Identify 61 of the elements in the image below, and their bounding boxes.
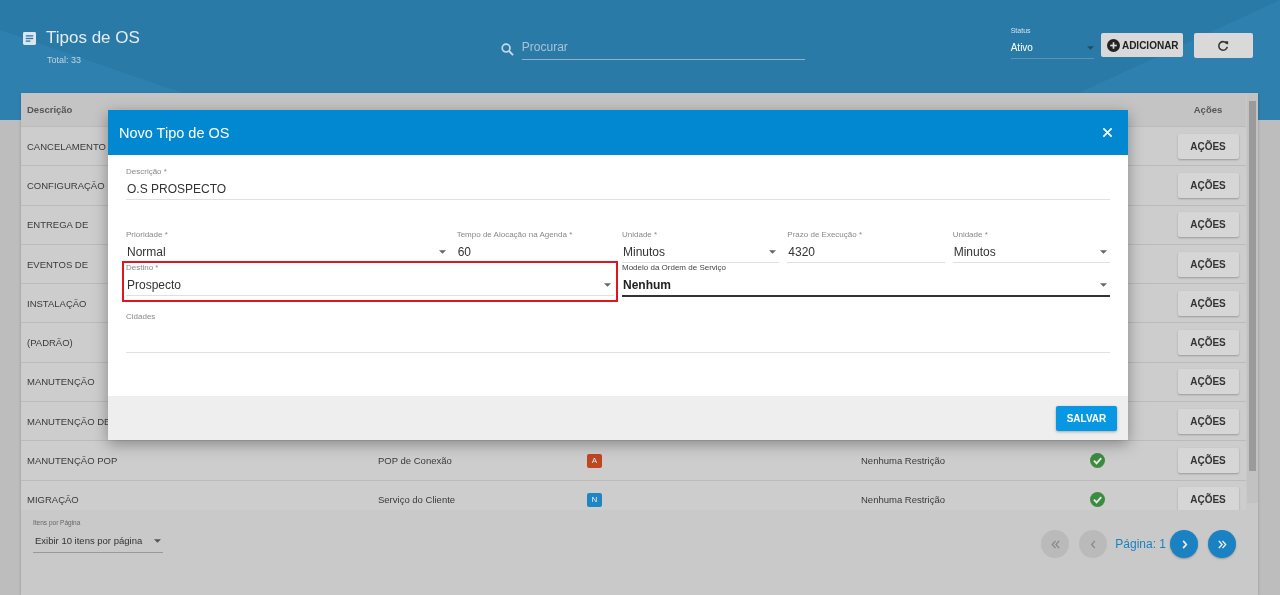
caret-icon (154, 538, 162, 543)
last-page-button[interactable] (1208, 530, 1236, 558)
caret-icon (1100, 250, 1107, 254)
table-cell: MIGRAÇÃO (27, 494, 79, 506)
select-field[interactable]: Modelo da Ordem de Serviço Nenhum (622, 263, 1110, 297)
plus-icon (1106, 38, 1120, 52)
text-field[interactable]: Prazo de Execução * 4320 (787, 230, 945, 263)
actions-button[interactable]: AÇÕES (1177, 212, 1239, 238)
search-field[interactable]: Procurar (500, 38, 805, 60)
page-title: Tipos de OS (46, 28, 140, 48)
double-chevron-icon (1049, 538, 1061, 550)
items-per-page-select[interactable]: Exibir 10 itens por página (33, 529, 164, 553)
table-cell: (PADRÃO) (27, 337, 73, 349)
table-cell: Nenhuma Restrição (861, 455, 945, 466)
search-icon (500, 42, 514, 56)
multi-select-field[interactable]: Cidades (126, 312, 1110, 353)
add-button[interactable]: ADICIONAR (1100, 33, 1183, 57)
table-cell: Nenhuma Restrição (861, 494, 945, 506)
total-count: Total: 33 (47, 55, 83, 65)
actions-button[interactable]: AÇÕES (1177, 487, 1239, 510)
actions-button[interactable]: AÇÕES (1177, 251, 1239, 277)
caret-icon (1086, 45, 1094, 50)
table-cell: CANCELAMENTO (27, 140, 106, 152)
select-field[interactable]: Unidade * Minutos (952, 230, 1110, 263)
actions-button[interactable]: AÇÕES (1177, 448, 1239, 473)
column-header: Ações (1193, 104, 1223, 115)
text-field[interactable]: Descrição * O.S PROSPECTO (126, 167, 1110, 200)
table-cell: INSTALAÇÃO (27, 297, 87, 309)
table-cell: CONFIGURAÇÃO (27, 179, 105, 191)
page-indicator: Página: 1 (1115, 537, 1166, 551)
caret-icon (769, 250, 777, 254)
actions-button[interactable]: AÇÕES (1177, 408, 1239, 434)
text-field[interactable]: Tempo de Alocação na Agenda * 60 (456, 230, 614, 263)
actions-button[interactable]: AÇÕES (1177, 133, 1239, 159)
dialog-title: Novo Tipo de OS (119, 124, 230, 141)
actions-button[interactable]: AÇÕES (1177, 369, 1239, 395)
status-select[interactable]: Ativo (1010, 37, 1094, 59)
caret-icon (1100, 283, 1107, 287)
table-cell: MANUTENÇÃO POP (27, 455, 118, 466)
priority-badge: N (587, 492, 602, 507)
priority-badge: A (587, 453, 602, 468)
scrollbar[interactable] (1247, 93, 1258, 503)
table-cell: Serviço do Cliente (378, 494, 456, 506)
column-header: Descrição (27, 104, 73, 115)
table-cell: POP de Conexão (378, 455, 452, 466)
select-field[interactable]: Destino * Prospecto (126, 263, 614, 296)
actions-button[interactable]: AÇÕES (1177, 172, 1239, 198)
select-field[interactable]: Unidade * Minutos (622, 230, 780, 263)
select-field[interactable]: Prioridade * Normal (126, 230, 449, 263)
actions-button[interactable]: AÇÕES (1177, 330, 1239, 356)
refresh-icon (1217, 39, 1230, 52)
caret-icon (438, 250, 446, 254)
close-button[interactable] (1100, 125, 1115, 140)
next-page-button[interactable] (1170, 530, 1198, 558)
actions-button[interactable]: AÇÕES (1177, 290, 1239, 316)
double-chevron-icon (1216, 538, 1228, 550)
table-cell: ENTREGA DE (27, 219, 89, 231)
table-cell: MANUTENÇÃO (27, 376, 95, 388)
caret-icon (604, 283, 611, 287)
table-cell: EVENTOS DE (27, 258, 89, 270)
refresh-button[interactable] (1193, 33, 1253, 58)
